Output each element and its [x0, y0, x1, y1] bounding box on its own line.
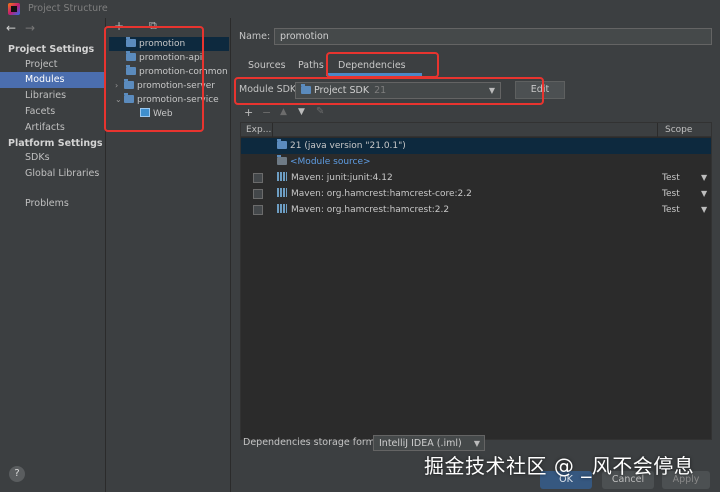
intellij-logo-icon — [8, 3, 20, 15]
scope-value[interactable]: Test — [662, 186, 680, 202]
edit-dependency-icon[interactable]: ✎ — [316, 106, 324, 117]
move-down-icon[interactable]: ▼ — [298, 107, 305, 117]
sidebar-item-modules[interactable]: Modules — [0, 72, 105, 88]
column-export[interactable]: Exp... — [246, 125, 271, 135]
help-icon[interactable]: ? — [9, 466, 25, 482]
table-row[interactable]: <Module source> — [241, 154, 711, 170]
settings-sidebar: ← → Project Settings Project Modules Lib… — [0, 18, 106, 492]
sidebar-item-artifacts[interactable]: Artifacts — [0, 120, 105, 136]
module-tree-panel: + ⧉ promotion promotion-api promotion-co… — [104, 18, 231, 492]
title-bar: Project Structure — [0, 0, 720, 18]
table-header: Exp... Scope — [241, 123, 711, 137]
scope-value[interactable]: Test — [662, 202, 680, 218]
chevron-down-icon[interactable]: ▼ — [701, 202, 707, 218]
tab-sources[interactable]: Sources — [248, 60, 286, 71]
table-row[interactable]: 21 (java version "21.0.1") — [241, 138, 711, 154]
chevron-down-icon[interactable]: ▼ — [701, 186, 707, 202]
sidebar-item-problems[interactable]: Problems — [0, 196, 105, 212]
maven-library-icon — [277, 172, 287, 181]
add-dependency-icon[interactable]: + — [244, 106, 253, 119]
back-arrow-icon[interactable]: ← — [6, 21, 16, 35]
highlight-box-module-sdk — [234, 77, 544, 105]
chevron-down-icon[interactable]: ▼ — [701, 170, 707, 186]
dependency-name: 21 (java version "21.0.1") — [277, 138, 406, 154]
move-up-icon[interactable]: ▲ — [280, 107, 287, 117]
dependency-name: Maven: org.hamcrest:hamcrest-core:2.2 — [277, 186, 472, 202]
storage-format-label: Dependencies storage format: — [243, 437, 388, 448]
source-folder-icon — [277, 155, 287, 165]
name-label: Name: — [239, 31, 271, 42]
maven-library-icon — [277, 188, 287, 197]
sidebar-item-global-libraries[interactable]: Global Libraries — [0, 166, 105, 182]
forward-arrow-icon[interactable]: → — [25, 21, 35, 35]
column-scope[interactable]: Scope — [665, 125, 692, 135]
table-row[interactable]: Maven: org.hamcrest:hamcrest-core:2.2 Te… — [241, 186, 711, 202]
scope-value[interactable]: Test — [662, 170, 680, 186]
export-checkbox[interactable] — [253, 205, 263, 215]
sidebar-item-project[interactable]: Project — [0, 57, 105, 73]
column-divider — [272, 123, 273, 137]
export-checkbox[interactable] — [253, 189, 263, 199]
column-divider — [657, 123, 658, 137]
module-name-input[interactable]: promotion — [274, 28, 712, 45]
dependencies-table: Exp... Scope 21 (java version "21.0.1") … — [240, 122, 712, 440]
remove-dependency-icon[interactable]: − — [262, 106, 271, 119]
table-row[interactable]: Maven: org.hamcrest:hamcrest:2.2 Test ▼ — [241, 202, 711, 218]
maven-library-icon — [277, 204, 287, 213]
storage-format-select[interactable]: IntelliJ IDEA (.iml) ▼ — [373, 435, 485, 451]
export-checkbox[interactable] — [253, 173, 263, 183]
sidebar-item-facets[interactable]: Facets — [0, 104, 105, 120]
sdk-folder-icon — [277, 139, 287, 149]
sidebar-item-sdks[interactable]: SDKs — [0, 150, 105, 166]
table-row[interactable]: Maven: junit:junit:4.12 Test ▼ — [241, 170, 711, 186]
window-title: Project Structure — [28, 3, 108, 14]
tab-paths[interactable]: Paths — [298, 60, 324, 71]
project-settings-header: Project Settings — [8, 44, 95, 55]
highlight-box-dependencies-tab — [326, 52, 439, 78]
module-settings-panel: Name: promotion Sources Paths Dependenci… — [232, 18, 720, 492]
platform-settings-header: Platform Settings — [8, 138, 103, 149]
watermark: 掘金技术社区 @ _风不会停息 — [424, 454, 695, 478]
sidebar-item-libraries[interactable]: Libraries — [0, 88, 105, 104]
dependency-name: <Module source> — [277, 154, 371, 170]
chevron-down-icon: ▼ — [473, 439, 480, 448]
highlight-box-modules — [104, 26, 204, 132]
dependency-name: Maven: junit:junit:4.12 — [277, 170, 393, 186]
dependency-name: Maven: org.hamcrest:hamcrest:2.2 — [277, 202, 449, 218]
